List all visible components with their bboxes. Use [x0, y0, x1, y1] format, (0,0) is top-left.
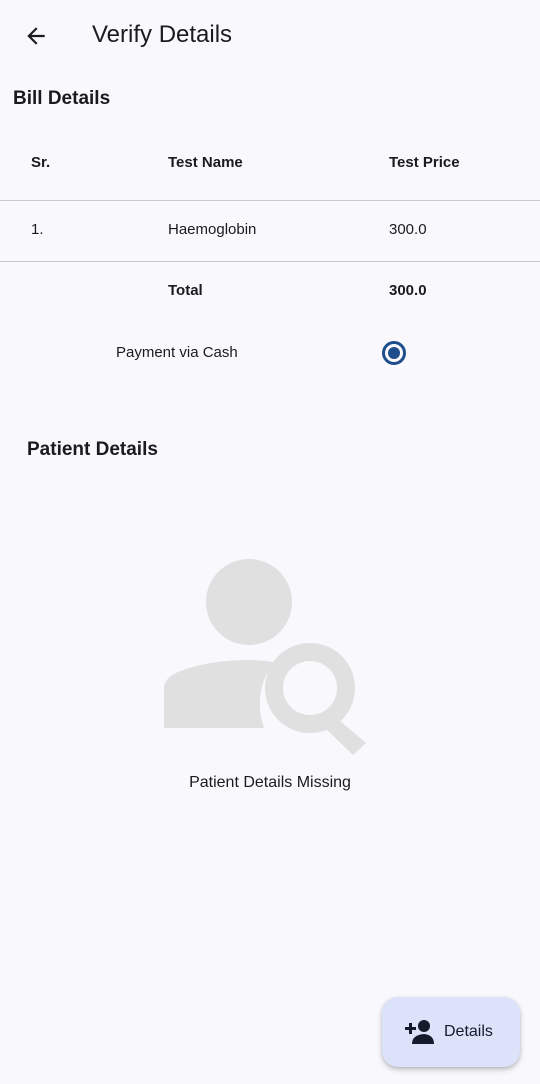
arrow-back-icon: [27, 27, 45, 45]
patient-details-title: Patient Details: [27, 439, 158, 460]
payment-label: Payment via Cash: [116, 344, 238, 361]
add-details-button[interactable]: Details: [382, 997, 520, 1067]
row-sr: 1.: [31, 221, 44, 238]
page-title: Verify Details: [92, 21, 233, 48]
row-test-name: Haemoglobin: [168, 221, 257, 238]
back-button[interactable]: [14, 14, 58, 58]
table-divider-bottom: [0, 261, 540, 262]
column-header-sr: Sr.: [31, 154, 51, 171]
table-divider-top: [0, 200, 540, 201]
payment-option-cash[interactable]: Payment via Cash: [0, 336, 540, 370]
person-search-icon: [164, 559, 366, 755]
column-header-test-price: Test Price: [389, 154, 460, 171]
total-value: 300.0: [389, 282, 427, 299]
bill-details-title: Bill Details: [13, 88, 111, 109]
total-label: Total: [168, 282, 203, 299]
fab-label: Details: [444, 1023, 493, 1040]
column-header-test-name: Test Name: [168, 154, 243, 171]
app-bar: Verify Details: [0, 0, 540, 72]
payment-cash-radio[interactable]: [382, 341, 406, 365]
radio-selected-dot: [388, 347, 400, 359]
row-test-price: 300.0: [389, 221, 427, 238]
empty-state-message: Patient Details Missing: [189, 774, 351, 791]
person-add-icon: [405, 1020, 434, 1044]
